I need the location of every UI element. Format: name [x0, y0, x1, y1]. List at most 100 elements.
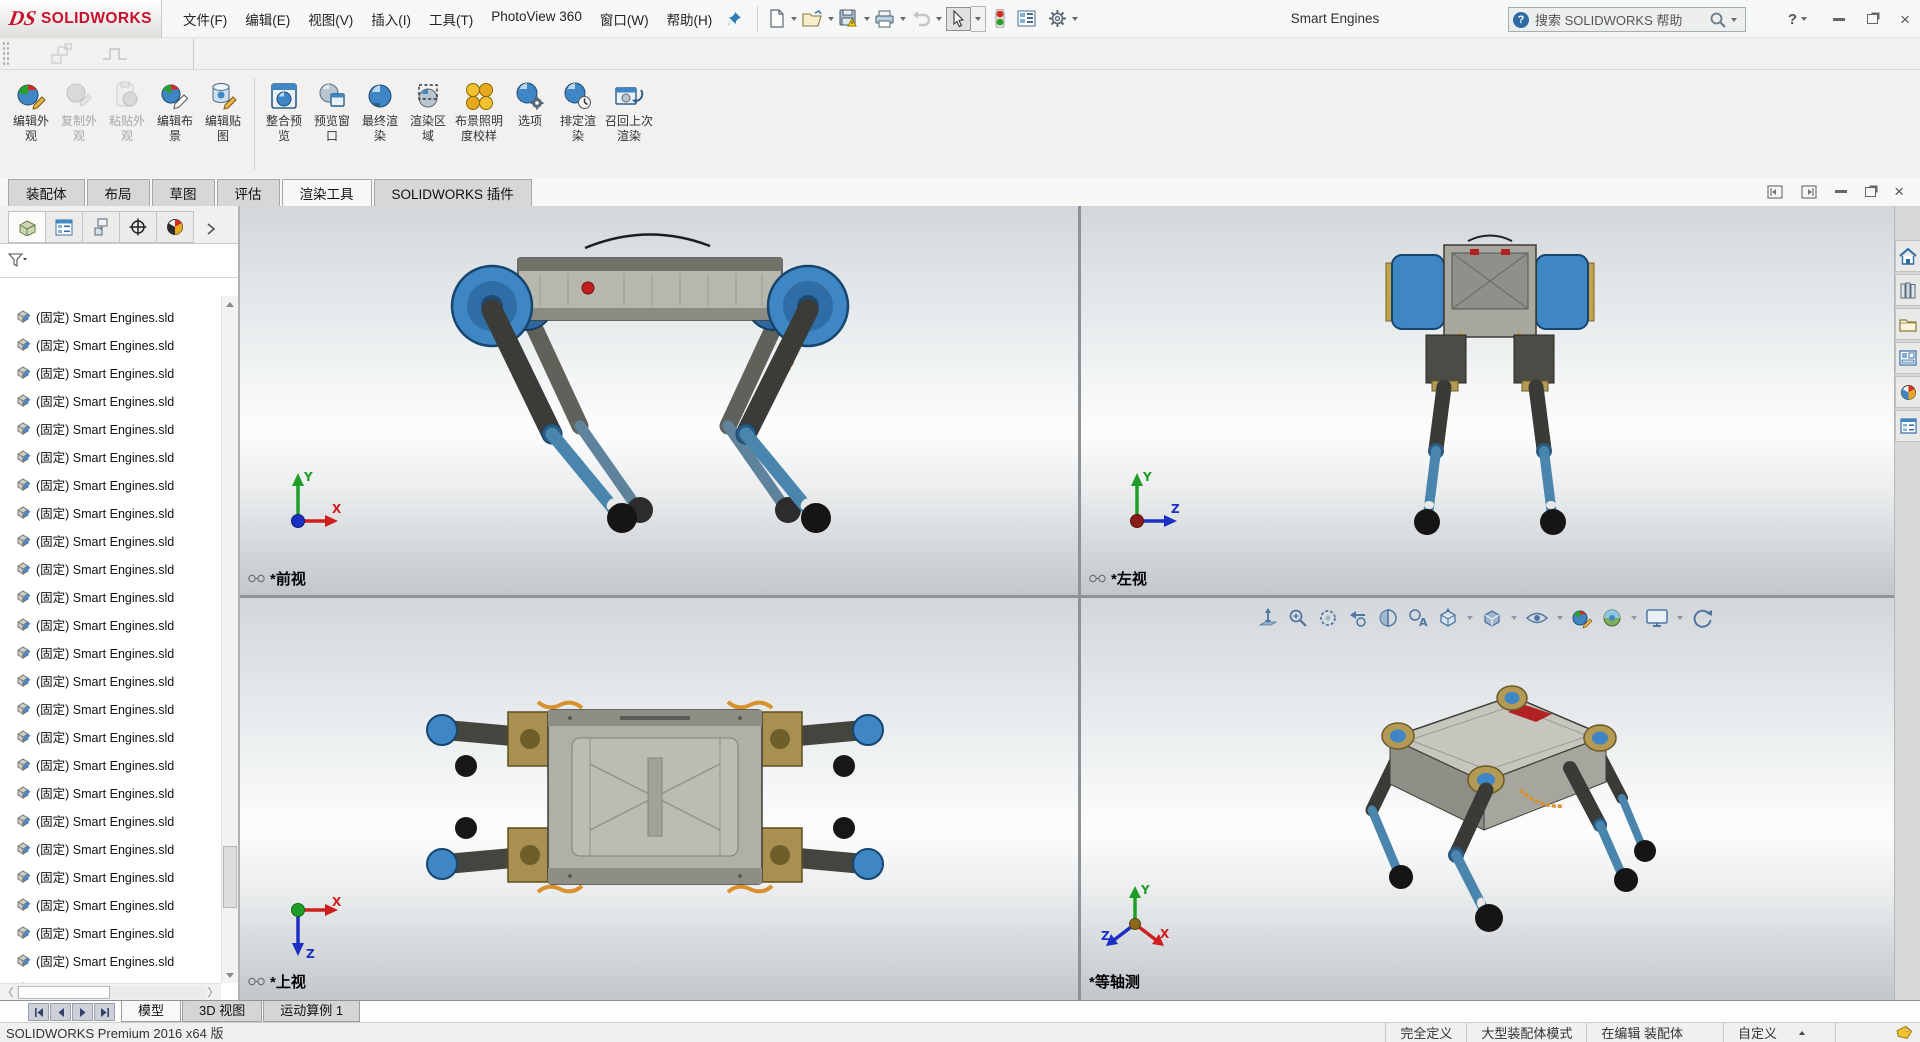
tree-horizontal-scrollbar[interactable]: 〈 〉	[0, 983, 221, 1000]
doc-close-button[interactable]: ×	[1894, 183, 1904, 200]
toolbar-drag-handle[interactable]	[2, 41, 9, 67]
tree-item[interactable]: (固定) Smart Engines.sld	[0, 610, 221, 638]
edit-scene-button[interactable]: 编辑布景	[152, 78, 198, 144]
tag-icon[interactable]	[1896, 1026, 1912, 1039]
tab-evaluate[interactable]: 评估	[217, 179, 280, 206]
view-settings-icon[interactable]	[1641, 605, 1673, 631]
dimxpertmanager-tab[interactable]	[119, 211, 157, 243]
appearances-scenes-tab[interactable]	[1895, 376, 1920, 408]
next-tab-button[interactable]	[72, 1003, 93, 1021]
tab-motion-study-1[interactable]: 运动算例 1	[263, 1001, 360, 1022]
resources-home-tab[interactable]	[1895, 240, 1920, 272]
last-tab-button[interactable]	[94, 1003, 115, 1021]
rotate-view-icon[interactable]	[1687, 605, 1717, 631]
scroll-down-arrow[interactable]	[224, 969, 236, 981]
print-button[interactable]	[874, 7, 896, 31]
render-region-button[interactable]: 渲染区域	[405, 78, 451, 144]
menubar-item[interactable]: 视图(V)	[299, 4, 362, 34]
tree-item[interactable]: (固定) Smart Engines.sld	[0, 862, 221, 890]
tree-item[interactable]: (固定) Smart Engines.sld	[0, 750, 221, 778]
filter-funnel-icon[interactable]	[8, 253, 28, 268]
tree-item[interactable]: (固定) Smart Engines.sld	[0, 806, 221, 834]
configurationmanager-tab[interactable]	[82, 211, 120, 243]
viewport-left[interactable]: Y Z *左视	[1081, 206, 1894, 595]
view-palette-tab[interactable]	[1895, 342, 1920, 374]
search-icon[interactable]	[1709, 11, 1727, 29]
tree-item[interactable]: (固定) Smart Engines.sld	[0, 638, 221, 666]
schedule-render-button[interactable]: 排定渲染	[555, 78, 601, 144]
new-document-caret[interactable]	[791, 17, 797, 21]
tab-3d-views[interactable]: 3D 视图	[182, 1001, 262, 1022]
tree-item[interactable]: (固定) Smart Engines.sld	[0, 918, 221, 946]
tab-assembly[interactable]: 装配体	[8, 179, 85, 206]
tree-item[interactable]: (固定) Smart Engines.sld	[0, 890, 221, 918]
scroll-up-arrow[interactable]	[224, 298, 236, 310]
search-input[interactable]: 搜索 SOLIDWORKS 帮助	[1535, 10, 1709, 29]
menubar-item[interactable]: 窗口(W)	[591, 4, 658, 34]
design-library-tab[interactable]	[1895, 274, 1920, 306]
previous-tab-button[interactable]	[50, 1003, 71, 1021]
preview-window-button[interactable]: 预览窗口	[309, 78, 355, 144]
first-tab-button[interactable]	[28, 1003, 49, 1021]
menubar-item[interactable]: 编辑(E)	[236, 4, 299, 34]
feature-statistics-icon[interactable]	[1016, 7, 1037, 30]
tree-item[interactable]: (固定) Smart Engines.sld	[0, 582, 221, 610]
options-gear-caret[interactable]	[1072, 17, 1078, 21]
tree-item[interactable]: (固定) Smart Engines.sld	[0, 722, 221, 750]
zoom-to-area-icon[interactable]	[1283, 605, 1313, 631]
tree-item[interactable]: (固定) Smart Engines.sld	[0, 778, 221, 806]
save-button[interactable]	[838, 6, 860, 31]
tree-item[interactable]: (固定) Smart Engines.sld	[0, 414, 221, 442]
tree-item[interactable]: (固定) Smart Engines.sld	[0, 330, 221, 358]
file-explorer-tab[interactable]	[1895, 308, 1920, 340]
zoom-to-fit-icon[interactable]	[1253, 605, 1283, 631]
scroll-left-arrow[interactable]: 〈	[0, 984, 16, 1000]
tree-item[interactable]: (固定) Smart Engines.sld	[0, 470, 221, 498]
search-scope-caret[interactable]	[1731, 18, 1737, 22]
select-cursor-caret[interactable]	[971, 6, 986, 32]
select-cursor-button[interactable]	[946, 7, 971, 31]
tab-model[interactable]: 模型	[121, 1001, 181, 1022]
menubar-item[interactable]: 文件(F)	[174, 4, 236, 34]
open-caret[interactable]	[828, 17, 834, 21]
scroll-right-arrow[interactable]: 〉	[205, 984, 221, 1000]
tab-solidworks-addins[interactable]: SOLIDWORKS 插件	[374, 179, 532, 206]
restore-button[interactable]	[1867, 14, 1878, 24]
tab-render-tools[interactable]: 渲染工具	[282, 179, 372, 206]
hide-show-items-icon[interactable]	[1521, 605, 1553, 631]
undo-caret[interactable]	[936, 17, 942, 21]
render-options-button[interactable]: 选项	[507, 78, 553, 129]
view-settings-caret[interactable]	[1677, 616, 1683, 620]
featuremanager-tree-tab[interactable]	[8, 211, 46, 243]
hide-show-items-caret[interactable]	[1557, 616, 1563, 620]
section-view-icon[interactable]	[1373, 605, 1403, 631]
recall-last-render-button[interactable]: 召回上次渲染	[603, 78, 655, 144]
tree-item[interactable]: (固定) Smart Engines.sld	[0, 442, 221, 470]
viewport-isometric[interactable]: A	[1081, 598, 1894, 1000]
menubar-item[interactable]: 帮助(H)	[658, 4, 722, 34]
print-caret[interactable]	[900, 17, 906, 21]
edit-appearance-hud-icon[interactable]	[1567, 605, 1597, 631]
menubar-item[interactable]: PhotoView 360	[482, 4, 591, 34]
tree-item[interactable]: (固定) Smart Engines.sld	[0, 974, 221, 983]
display-style-icon[interactable]	[1477, 605, 1507, 631]
tab-sketch[interactable]: 草图	[152, 179, 215, 206]
scroll-thumb[interactable]	[223, 846, 237, 908]
tree-item[interactable]: (固定) Smart Engines.sld	[0, 666, 221, 694]
tree-item[interactable]: (固定) Smart Engines.sld	[0, 358, 221, 386]
panel-expand-chevron[interactable]	[207, 223, 215, 235]
scene-illumination-proof-button[interactable]: 布景照明度校样	[453, 78, 505, 144]
options-gear-icon[interactable]	[1047, 6, 1068, 31]
apply-scene-caret[interactable]	[1631, 616, 1637, 620]
hscroll-track[interactable]	[16, 986, 205, 999]
pin-icon[interactable]	[727, 11, 742, 26]
viewport-front[interactable]: Y X *前视	[240, 206, 1078, 595]
status-customize[interactable]: 自定义	[1723, 1023, 1836, 1042]
search-box[interactable]: ? 搜索 SOLIDWORKS 帮助	[1508, 7, 1746, 32]
annotation-view-icon[interactable]: A	[1403, 605, 1433, 631]
menubar-item[interactable]: 工具(T)	[420, 4, 482, 34]
tab-layout[interactable]: 布局	[87, 179, 150, 206]
new-document-button[interactable]	[767, 6, 787, 31]
tree-item[interactable]: (固定) Smart Engines.sld	[0, 498, 221, 526]
help-button[interactable]: ?	[1788, 11, 1811, 28]
